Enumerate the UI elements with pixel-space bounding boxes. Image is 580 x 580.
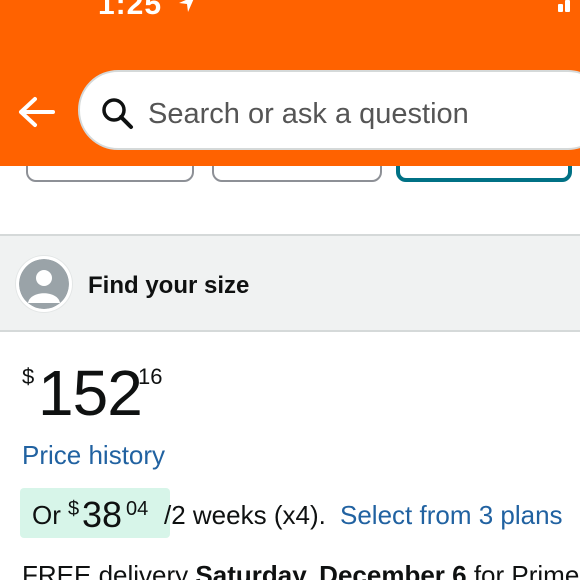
variant-chip[interactable] — [212, 166, 382, 182]
back-arrow-icon[interactable] — [18, 96, 56, 128]
installment-fraction: 04 — [126, 498, 149, 520]
search-bar[interactable]: Search or ask a question — [78, 70, 580, 150]
installment-whole: 38 — [82, 494, 123, 535]
delivery-prefix: FREE delivery — [22, 560, 196, 580]
find-your-size-bar[interactable]: Find your size — [0, 234, 580, 332]
installment-prefix: Or — [32, 500, 61, 530]
variant-chips — [0, 166, 580, 234]
delivery-suffix: for Prime — [466, 560, 580, 580]
select-plans-link[interactable]: Select from 3 plans — [340, 500, 563, 531]
price-whole: 152 — [38, 357, 143, 429]
avatar — [16, 256, 72, 312]
search-input[interactable]: Search or ask a question — [148, 98, 469, 131]
delivery-info: FREE delivery Saturday, December 6 for P… — [22, 560, 579, 580]
status-time-text: 1:25 — [98, 0, 163, 21]
top-header: 1:25 Search or ask a question — [0, 0, 580, 166]
signal-icon — [558, 0, 574, 12]
variant-chip-selected[interactable] — [396, 166, 572, 182]
search-icon — [100, 96, 134, 130]
price-symbol: $ — [22, 364, 35, 389]
installment-terms: /2 weeks (x4). — [164, 500, 326, 530]
find-your-size-label: Find your size — [88, 272, 250, 299]
location-arrow-icon — [177, 0, 197, 22]
delivery-date: Saturday, December 6 — [195, 560, 467, 580]
price-fraction: 16 — [138, 364, 163, 389]
price-history-link[interactable]: Price history — [22, 440, 165, 471]
variant-chip[interactable] — [26, 166, 194, 182]
installment-symbol: $ — [68, 498, 80, 520]
status-time: 1:25 — [98, 0, 197, 22]
